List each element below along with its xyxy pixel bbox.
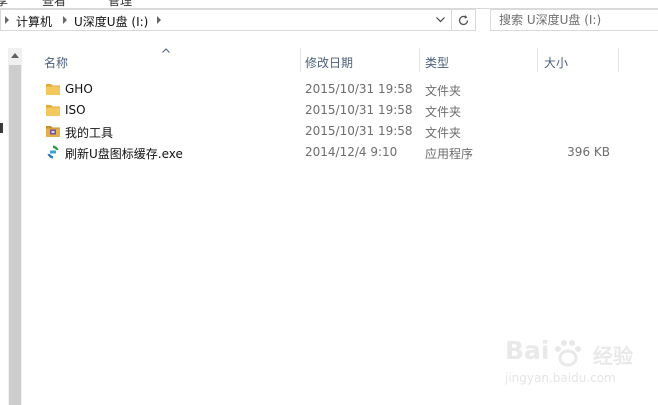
- file-name: 刷新U盘图标缓存.exe: [65, 147, 183, 161]
- file-date: 2015/10/31 19:58: [305, 103, 413, 117]
- ribbon-tab-view[interactable]: 查看: [42, 0, 66, 8]
- folder-icon: [45, 81, 61, 97]
- file-date: 2015/10/31 19:58: [305, 124, 413, 138]
- file-row-tools[interactable]: 我的工具 2015/10/31 19:58 文件夹: [40, 121, 630, 142]
- file-type: 文件夹: [425, 105, 462, 119]
- folder-icon: [45, 102, 61, 118]
- file-row-exe[interactable]: 刷新U盘图标缓存.exe 2014/12/4 9:10 应用程序 396 KB: [40, 142, 630, 163]
- file-name: GHO: [65, 82, 93, 96]
- chevron-down-icon: [436, 17, 445, 23]
- column-date[interactable]: 修改日期: [305, 54, 353, 71]
- baidu-watermark: Bai 经验 jingyan.baidu.com: [505, 336, 655, 396]
- ribbon-tabs: 享 查看 管理: [0, 0, 658, 9]
- refresh-icon: [458, 15, 469, 26]
- column-divider[interactable]: [419, 48, 420, 72]
- nav-scrollbar[interactable]: [8, 48, 22, 405]
- scrollbar-thumb[interactable]: [9, 65, 21, 405]
- breadcrumb-arrow-icon[interactable]: [5, 16, 9, 24]
- search-input[interactable]: [499, 12, 649, 28]
- file-name: 我的工具: [65, 126, 114, 140]
- column-divider[interactable]: [618, 48, 619, 72]
- file-type: 文件夹: [425, 126, 462, 140]
- file-date: 2015/10/31 19:58: [305, 82, 413, 96]
- toolbox-folder-icon: [45, 123, 61, 139]
- column-type[interactable]: 类型: [425, 54, 449, 71]
- paw-logo-icon: [555, 340, 581, 367]
- address-history-dropdown[interactable]: [431, 10, 451, 30]
- watermark-jingyan: 经验: [593, 344, 633, 368]
- file-size: 396 KB: [567, 145, 610, 159]
- column-header: 名称 修改日期 类型 大小: [24, 48, 658, 74]
- column-divider[interactable]: [537, 48, 538, 72]
- file-type: 文件夹: [425, 84, 462, 98]
- watermark-url: jingyan.baidu.com: [505, 371, 616, 385]
- column-name[interactable]: 名称: [44, 54, 68, 71]
- nav-pane-edge: [0, 123, 3, 133]
- refresh-button[interactable]: [452, 9, 476, 31]
- scroll-up-button[interactable]: [8, 48, 22, 64]
- file-type: 应用程序: [425, 147, 474, 161]
- breadcrumb-arrow-icon[interactable]: [157, 16, 161, 24]
- watermark-brand: Bai: [505, 336, 550, 365]
- column-divider[interactable]: [300, 48, 301, 72]
- file-row-gho[interactable]: GHO 2015/10/31 19:58 文件夹: [40, 79, 630, 100]
- ribbon-tab-manage[interactable]: 管理: [108, 0, 132, 8]
- file-date: 2014/12/4 9:10: [305, 145, 398, 159]
- address-bar[interactable]: 计算机 U深度U盘 (I:): [0, 9, 452, 31]
- sort-ascending-icon: [162, 48, 170, 53]
- column-size[interactable]: 大小: [544, 54, 568, 71]
- breadcrumb-drive[interactable]: U深度U盘 (I:): [74, 13, 148, 30]
- file-row-iso[interactable]: ISO 2015/10/31 19:58 文件夹: [40, 100, 630, 121]
- ribbon-tab-share[interactable]: 享: [0, 0, 8, 8]
- exe-icon: [45, 144, 61, 160]
- chevron-up-icon: [11, 53, 19, 58]
- breadcrumb-arrow-icon[interactable]: [63, 16, 67, 24]
- search-box[interactable]: [490, 9, 658, 31]
- breadcrumb-computer[interactable]: 计算机: [16, 13, 52, 30]
- file-name: ISO: [65, 103, 86, 117]
